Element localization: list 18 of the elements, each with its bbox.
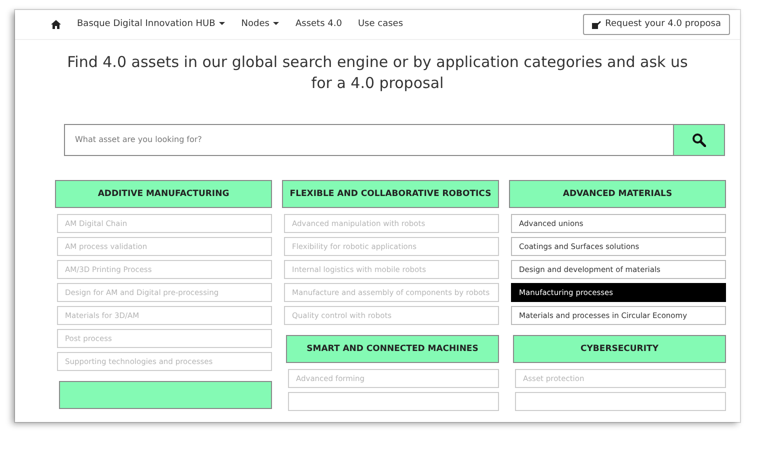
nav-link-item[interactable]: Nodes xyxy=(241,18,280,32)
home-icon[interactable] xyxy=(51,20,61,29)
nav-link-item[interactable]: Use cases xyxy=(358,18,404,32)
category-header: ADDITIVE MANUFACTURING xyxy=(55,180,272,208)
caret-icon xyxy=(273,22,280,25)
caret-icon xyxy=(219,22,226,25)
headline: Find 4.0 assets in our global search engine or by application categories and ask us for a 4.0 proposal xyxy=(66,52,689,94)
request-proposal-button[interactable]: Request your 4.0 proposa xyxy=(583,14,730,36)
search-button[interactable] xyxy=(673,124,725,156)
nav-link-item[interactable]: Basque Digital Innovation HUB xyxy=(77,18,226,32)
search-icon xyxy=(692,133,706,147)
category-header: FLEXIBLE AND COLLABORATIVE ROBOTICS xyxy=(282,180,499,208)
category-header: CYBERSECURITY xyxy=(513,335,726,363)
category-header: ADVANCED MATERIALS xyxy=(509,180,726,208)
search-field[interactable]: What asset are you looking for? xyxy=(64,124,673,156)
nav-link-item[interactable]: Assets 4.0 xyxy=(295,18,342,32)
edit-icon xyxy=(592,20,602,28)
category-header: SMART AND CONNECTED MACHINES xyxy=(286,335,499,363)
